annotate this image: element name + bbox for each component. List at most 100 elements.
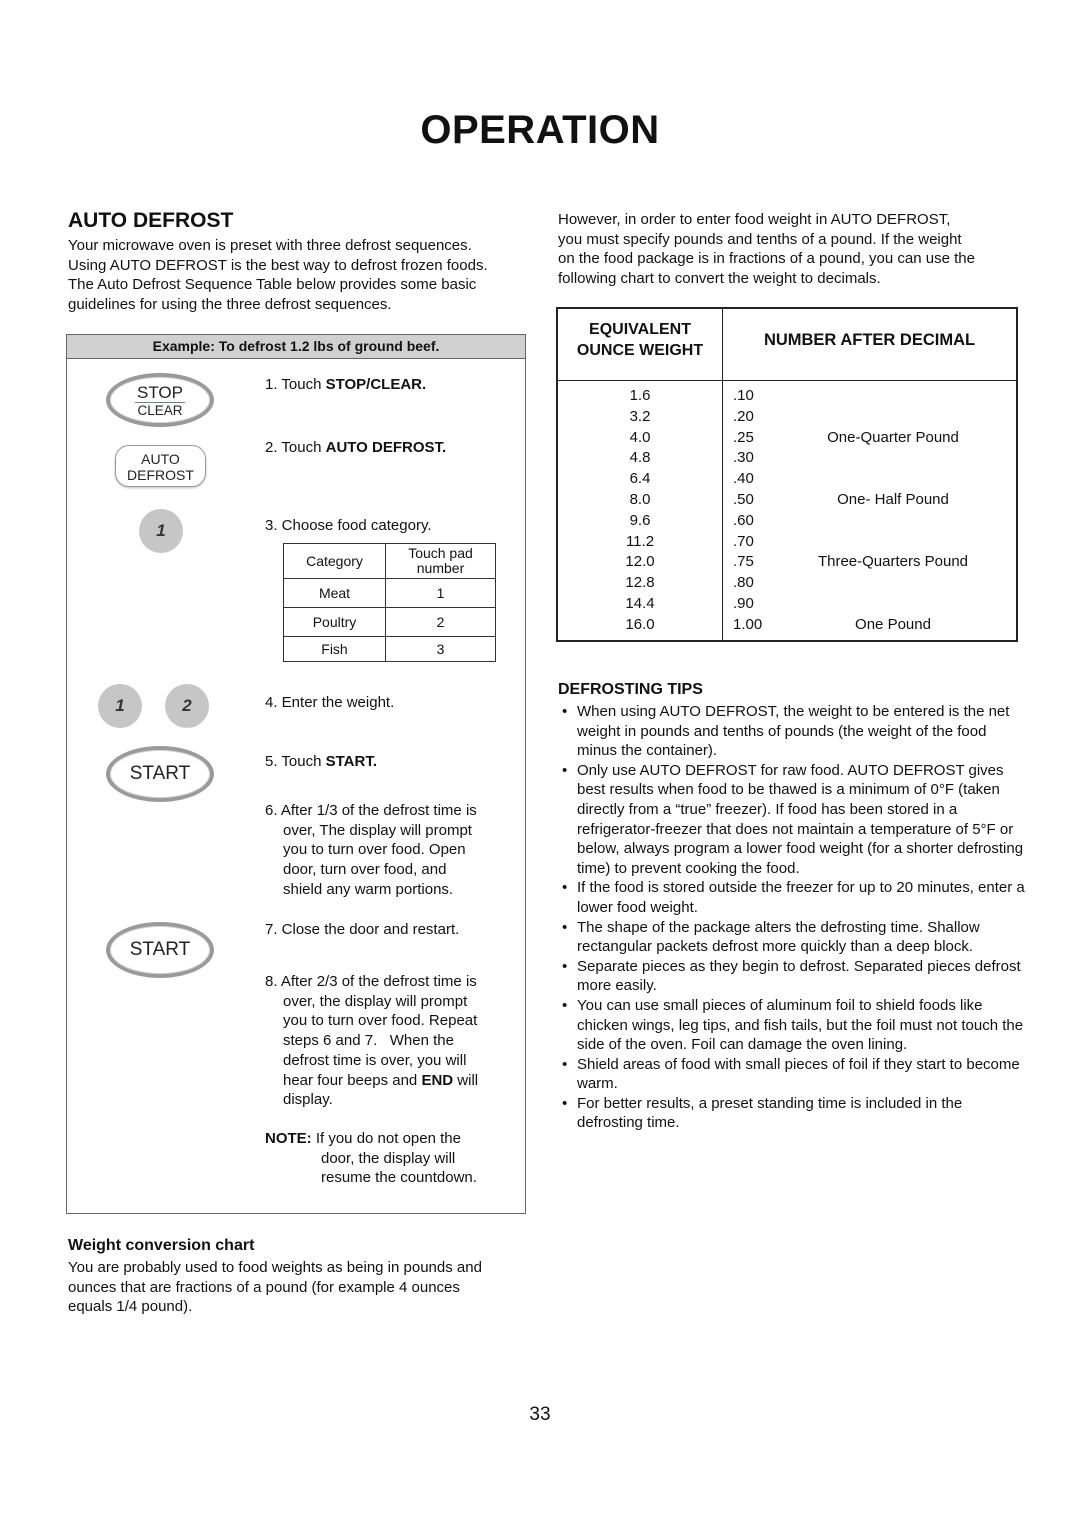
- table-row: 6.4 .40: [558, 468, 1016, 489]
- ounce-weight-header: EQUIVALENT OUNCE WEIGHT: [558, 319, 722, 361]
- step-7: 7. Close the door and restart.: [265, 921, 460, 938]
- fraction-note-cell: One-Quarter Pound: [827, 428, 959, 446]
- number-1-key-icon: 1: [139, 509, 183, 553]
- step-1: 1. Touch STOP/CLEAR.: [265, 375, 426, 395]
- decimal-cell: .30: [733, 449, 754, 467]
- ounce-cell: 14.4: [625, 595, 655, 612]
- category-header: Category: [283, 543, 386, 579]
- step-8-text: will: [453, 1071, 479, 1089]
- intro-line: Using AUTO DEFROST is the best way to de…: [68, 256, 488, 274]
- conversion-intro-line: you must specify pounds and tenths of a …: [558, 230, 962, 248]
- table-row: 3.2 .20: [558, 406, 1016, 427]
- defrost-key-label: DEFROST: [127, 467, 194, 483]
- ounce-cell: 16.0: [625, 615, 655, 633]
- ounce-cell: 3.2: [629, 407, 651, 425]
- weight-conversion-line: equals 1/4 pound).: [68, 1298, 193, 1316]
- ounce-cell: 12.0: [625, 553, 655, 571]
- conversion-intro-line: on the food package is in fractions of a…: [558, 250, 975, 268]
- tip-item: Separate pieces as they begin to defrost…: [558, 957, 1028, 996]
- start-key-icon: START: [106, 922, 214, 978]
- intro-line: guidelines for using the three defrost s…: [68, 296, 392, 314]
- step-8-line: defrost time is over, you will: [283, 1051, 467, 1069]
- note: NOTE: If you do not open the door, the d…: [265, 1129, 477, 1188]
- ounce-cell: 4.8: [629, 449, 651, 467]
- number-1-key-icon: 1: [98, 684, 142, 728]
- end-display-text: END: [421, 1071, 454, 1089]
- table-row: 4.0 .25 One-Quarter Pound: [558, 427, 1016, 448]
- category-cell: Fish: [283, 636, 386, 662]
- step-5: 5. Touch START.: [265, 752, 377, 772]
- decimal-cell: .20: [733, 407, 754, 425]
- step-8-line: display.: [283, 1091, 333, 1109]
- intro-line: The Auto Defrost Sequence Table below pr…: [68, 276, 477, 294]
- ounce-cell: 12.8: [625, 574, 655, 592]
- note-line: resume the countdown.: [321, 1169, 477, 1187]
- page-number: 33: [529, 1404, 551, 1425]
- start-key-icon: START: [106, 746, 214, 802]
- table-row: 8.0 .50 One- Half Pound: [558, 489, 1016, 510]
- step-8-line: you to turn over food. Repeat: [283, 1012, 478, 1030]
- step-8-line: steps 6 and 7. When the: [283, 1032, 454, 1050]
- decimal-cell: .80: [733, 574, 754, 592]
- ounce-weight-header-line: OUNCE WEIGHT: [576, 342, 704, 359]
- defrosting-tips-list: When using AUTO DEFROST, the weight to b…: [558, 702, 1028, 1133]
- tip-item: If the food is stored outside the freeze…: [558, 878, 1028, 917]
- step-6-line: 6. After 1/3 of the defrost time is: [265, 802, 477, 819]
- table-row: 9.6 .60: [558, 510, 1016, 531]
- table-row: Fish 3: [283, 636, 496, 662]
- touch-pad-header-line: Touch pad: [408, 545, 473, 561]
- decimal-cell: 1.00: [733, 615, 763, 633]
- step-6-line: door, turn over food, and: [283, 861, 447, 879]
- step-6-line: you to turn over food. Open: [283, 841, 466, 859]
- tip-item: When using AUTO DEFROST, the weight to b…: [558, 702, 1028, 761]
- decimal-cell: .40: [733, 470, 754, 488]
- pad-cell: 1: [385, 578, 496, 608]
- category-cell: Meat: [283, 578, 386, 608]
- auto-defrost-key-icon: AUTO DEFROST: [115, 445, 206, 487]
- category-cell: Poultry: [283, 607, 386, 637]
- step-6-line: over, The display will prompt: [283, 821, 472, 839]
- decimal-cell: .70: [733, 532, 754, 550]
- tip-item: Only use AUTO DEFROST for raw food. AUTO…: [558, 761, 1028, 879]
- tip-item: The shape of the package alters the defr…: [558, 918, 1028, 957]
- table-row: 16.0 1.00 One Pound: [558, 614, 1016, 635]
- note-line: If you do not open the: [311, 1130, 461, 1147]
- fraction-note-cell: One Pound: [855, 615, 931, 633]
- number-2-key-icon: 2: [165, 684, 209, 728]
- step-8: 8. After 2/3 of the defrost time is over…: [265, 972, 478, 1110]
- step-1-key-text: STOP/CLEAR.: [325, 376, 427, 393]
- conversion-intro-line: However, in order to enter food weight i…: [558, 211, 951, 228]
- step-2: 2. Touch AUTO DEFROST.: [265, 438, 446, 458]
- step-5-key-text: START.: [325, 753, 377, 770]
- conversion-table: EQUIVALENT OUNCE WEIGHT NUMBER AFTER DEC…: [556, 307, 1018, 642]
- weight-conversion-text: You are probably used to food weights as…: [68, 1258, 538, 1317]
- touch-pad-header-line: number: [416, 560, 465, 576]
- ounce-cell: 1.6: [629, 387, 651, 404]
- intro-line: Your microwave oven is preset with three…: [68, 237, 472, 254]
- fraction-note-cell: Three-Quarters Pound: [817, 553, 969, 571]
- ounce-cell: 8.0: [629, 491, 651, 508]
- table-row: 14.4 .90: [558, 593, 1016, 614]
- fraction-note-cell: One- Half Pound: [837, 491, 949, 508]
- conversion-intro: However, in order to enter food weight i…: [558, 210, 1028, 289]
- step-4: 4. Enter the weight.: [265, 694, 395, 711]
- pad-cell: 2: [385, 607, 496, 637]
- step-8-text: hear four beeps and: [283, 1071, 422, 1089]
- ounce-cell: 11.2: [625, 532, 655, 550]
- clear-key-label: CLEAR: [137, 403, 183, 418]
- decimal-cell: .75: [733, 553, 754, 571]
- weight-conversion-line: You are probably used to food weights as…: [68, 1259, 482, 1276]
- stop-clear-key-icon: STOP CLEAR: [106, 373, 214, 427]
- decimal-cell: .50: [733, 491, 754, 508]
- auto-defrost-heading: AUTO DEFROST: [68, 209, 234, 232]
- table-row: Meat 1: [283, 578, 496, 608]
- ounce-weight-header-line: EQUIVALENT: [589, 321, 691, 338]
- page-title: OPERATION: [420, 108, 660, 152]
- tip-item: You can use small pieces of aluminum foi…: [558, 996, 1028, 1055]
- decimal-cell: .10: [733, 387, 754, 404]
- table-row: 4.8 .30: [558, 447, 1016, 468]
- table-row: 1.6 .10: [558, 385, 1016, 406]
- note-label: NOTE:: [265, 1130, 312, 1147]
- stop-key-label: STOP: [135, 383, 185, 403]
- auto-key-label: AUTO: [141, 451, 180, 467]
